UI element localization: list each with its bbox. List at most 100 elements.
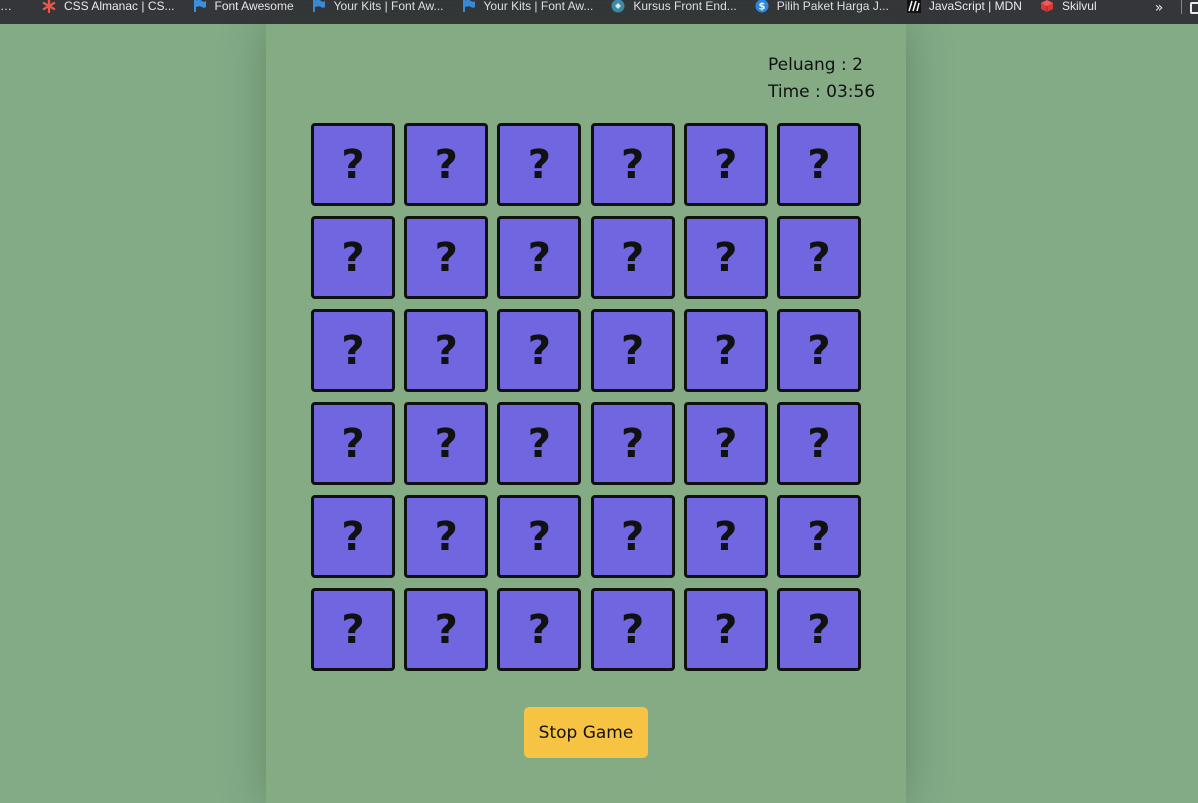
memory-card-r1-c1[interactable]: ?: [311, 123, 395, 206]
bookmark-label: Kursus Front End...: [633, 0, 737, 13]
memory-card-r5-c6[interactable]: ?: [776, 495, 861, 578]
memory-card-r3-c3[interactable]: ?: [497, 309, 582, 392]
bookmark-label: Font Awesome: [214, 0, 294, 13]
question-mark-icon: ?: [434, 513, 458, 560]
question-mark-icon: ?: [341, 327, 365, 374]
memory-card-r1-c6[interactable]: ?: [776, 123, 861, 206]
memory-card-r2-c5[interactable]: ?: [683, 216, 768, 299]
bookmark-item-your-kits-1[interactable]: Your Kits | Font Aw...: [302, 0, 452, 18]
memory-card-r2-c3[interactable]: ?: [497, 216, 582, 299]
question-mark-icon: ?: [807, 513, 831, 560]
game-panel: Peluang : 2 Time : 03:56 ???????????????…: [266, 24, 906, 803]
bookmark-label: CSS Almanac | CS...: [64, 0, 175, 13]
bookmark-item-your-kits-2[interactable]: Your Kits | Font Aw...: [452, 0, 602, 18]
bookmark-item-font-awesome[interactable]: Font Awesome: [183, 0, 302, 18]
bookmarks-overflow-button[interactable]: »: [1145, 0, 1173, 16]
chances-value: 2: [852, 55, 863, 75]
memory-card-r1-c4[interactable]: ?: [590, 123, 675, 206]
memory-card-r3-c4[interactable]: ?: [590, 309, 675, 392]
memory-card-r3-c1[interactable]: ?: [311, 309, 395, 392]
question-mark-icon: ?: [807, 327, 831, 374]
memory-card-r2-c6[interactable]: ?: [776, 216, 861, 299]
memory-card-r6-c4[interactable]: ?: [590, 588, 675, 671]
memory-card-r6-c3[interactable]: ?: [497, 588, 582, 671]
flag-icon: [462, 0, 476, 13]
stop-game-button[interactable]: Stop Game: [524, 707, 648, 758]
bookmark-item-kursus-front-end[interactable]: Kursus Front End...: [601, 0, 744, 18]
question-mark-icon: ?: [341, 606, 365, 653]
memory-card-r5-c5[interactable]: ?: [683, 495, 768, 578]
question-mark-icon: ?: [527, 234, 551, 281]
question-mark-icon: ?: [620, 606, 645, 653]
question-mark-icon: ?: [434, 234, 458, 281]
circle-logo-icon: [611, 0, 625, 13]
question-mark-icon: ?: [807, 606, 831, 653]
question-mark-icon: ?: [620, 141, 645, 188]
question-mark-icon: ?: [434, 420, 458, 467]
memory-card-r4-c6[interactable]: ?: [776, 402, 861, 485]
flag-icon: [312, 0, 326, 13]
question-mark-icon: ?: [527, 513, 551, 560]
memory-card-r4-c1[interactable]: ?: [311, 402, 395, 485]
question-mark-icon: ?: [714, 327, 738, 374]
memory-card-r4-c4[interactable]: ?: [590, 402, 675, 485]
bookmark-label: Skilvul: [1061, 0, 1097, 13]
question-mark-icon: ?: [714, 606, 738, 653]
asterisk-icon: [42, 0, 56, 13]
svg-text:$: $: [758, 2, 765, 13]
memory-card-r5-c3[interactable]: ?: [497, 495, 582, 578]
question-mark-icon: ?: [714, 513, 738, 560]
bookmark-label: …: [0, 0, 12, 13]
memory-card-r6-c6[interactable]: ?: [776, 588, 861, 671]
memory-card-r1-c2[interactable]: ?: [404, 123, 489, 206]
question-mark-icon: ?: [434, 327, 458, 374]
memory-card-r3-c5[interactable]: ?: [683, 309, 768, 392]
bookmarks-bar: … CSS Almanac | CS... Font Awesome Your …: [0, 0, 1198, 24]
cube-icon: [1040, 0, 1054, 13]
dollar-circle-icon: $: [755, 0, 769, 13]
bookmark-label: JavaScript | MDN: [928, 0, 1022, 13]
memory-card-r1-c5[interactable]: ?: [683, 123, 768, 206]
memory-card-r6-c1[interactable]: ?: [311, 588, 395, 671]
question-mark-icon: ?: [620, 513, 645, 560]
memory-card-r1-c3[interactable]: ?: [497, 123, 582, 206]
question-mark-icon: ?: [527, 141, 551, 188]
memory-card-r3-c2[interactable]: ?: [404, 309, 489, 392]
bookmark-item-pilih-paket[interactable]: $ Pilih Paket Harga J...: [745, 0, 897, 18]
question-mark-icon: ?: [434, 606, 458, 653]
memory-card-r2-c2[interactable]: ?: [404, 216, 489, 299]
question-mark-icon: ?: [341, 141, 365, 188]
game-stats: Peluang : 2 Time : 03:56: [768, 52, 875, 106]
question-mark-icon: ?: [620, 327, 645, 374]
folder-icon[interactable]: [1190, 2, 1198, 14]
chances-display: Peluang : 2: [768, 52, 875, 79]
memory-card-r5-c2[interactable]: ?: [404, 495, 489, 578]
memory-card-r3-c6[interactable]: ?: [776, 309, 861, 392]
bookmark-label: Pilih Paket Harga J...: [776, 0, 889, 13]
memory-card-r4-c2[interactable]: ?: [404, 402, 489, 485]
memory-card-r5-c4[interactable]: ?: [590, 495, 675, 578]
bookmarks-divider: [1181, 0, 1182, 14]
bookmark-item-javascript-mdn[interactable]: JavaScript | MDN: [897, 0, 1030, 18]
memory-card-r6-c2[interactable]: ?: [404, 588, 489, 671]
bookmark-item-0[interactable]: …: [0, 0, 20, 18]
question-mark-icon: ?: [714, 420, 738, 467]
memory-card-r2-c4[interactable]: ?: [590, 216, 675, 299]
time-value: 03:56: [826, 82, 876, 102]
question-mark-icon: ?: [527, 606, 551, 653]
bookmark-item-css-almanac[interactable]: CSS Almanac | CS...: [20, 0, 183, 18]
memory-card-r4-c3[interactable]: ?: [497, 402, 582, 485]
bookmark-label: Your Kits | Font Aw...: [483, 0, 594, 13]
question-mark-icon: ?: [807, 420, 831, 467]
bookmark-item-skilvul[interactable]: Skilvul: [1030, 0, 1105, 18]
memory-card-r5-c1[interactable]: ?: [311, 495, 395, 578]
question-mark-icon: ?: [807, 234, 831, 281]
memory-card-r4-c5[interactable]: ?: [683, 402, 768, 485]
question-mark-icon: ?: [714, 141, 738, 188]
question-mark-icon: ?: [714, 234, 738, 281]
question-mark-icon: ?: [620, 234, 645, 281]
question-mark-icon: ?: [807, 141, 831, 188]
memory-card-r2-c1[interactable]: ?: [311, 216, 395, 299]
memory-card-r6-c5[interactable]: ?: [683, 588, 768, 671]
flag-icon: [193, 0, 207, 13]
